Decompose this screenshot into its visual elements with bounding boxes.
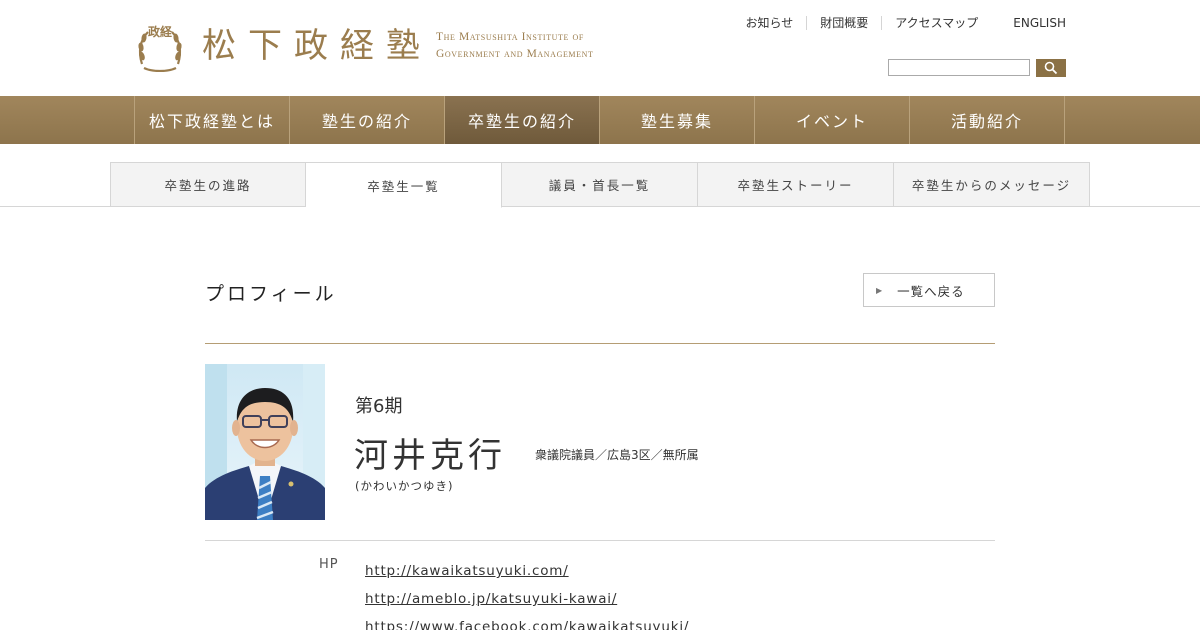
gnav-item-recruitment[interactable]: 塾生募集 — [600, 96, 755, 144]
subnav-item-stories[interactable]: 卒塾生ストーリー — [698, 162, 894, 207]
search-button[interactable] — [1036, 59, 1066, 77]
page-title: プロフィール — [205, 283, 337, 305]
hp-links: http://kawaikatsuyuki.com/ http://ameblo… — [365, 557, 689, 630]
subnav-item-career[interactable]: 卒塾生の進路 — [110, 162, 306, 207]
hp-label: HP — [319, 557, 339, 572]
site-logo[interactable]: 政経 松下政経塾 The Matsushita Institute of Gov… — [134, 20, 594, 73]
logo-english: The Matsushita Institute of Government a… — [436, 29, 594, 63]
util-link-english[interactable]: ENGLISH — [991, 16, 1066, 30]
util-link-foundation[interactable]: 財団概要 — [806, 16, 881, 30]
global-nav: 松下政経塾とは 塾生の紹介 卒塾生の紹介 塾生募集 イベント 活動紹介 — [0, 96, 1200, 144]
profile-photo — [205, 364, 325, 520]
gnav-item-alumni[interactable]: 卒塾生の紹介 — [445, 96, 600, 144]
search-form — [888, 59, 1066, 77]
logo-seal-text: 政経 — [147, 25, 172, 39]
hp-link-blog[interactable]: http://ameblo.jp/katsuyuki-kawai/ — [365, 585, 689, 613]
logo-japanese: 松下政経塾 — [202, 26, 432, 66]
util-link-news[interactable]: お知らせ — [732, 16, 806, 30]
logo-seal-icon: 政経 — [134, 20, 186, 73]
hp-link-official[interactable]: http://kawaikatsuyuki.com/ — [365, 557, 689, 585]
back-to-list-label: 一覧へ戻る — [897, 283, 965, 299]
search-icon — [1044, 61, 1058, 75]
gnav-item-events[interactable]: イベント — [755, 96, 910, 144]
person-name: 河井克行 — [354, 436, 506, 476]
person-name-kana: (かわいかつゆき) — [355, 479, 454, 493]
site-header: 政経 松下政経塾 The Matsushita Institute of Gov… — [0, 0, 1200, 96]
person-position: 衆議院議員／広島3区／無所属 — [535, 448, 699, 462]
subnav-item-alumni-list[interactable]: 卒塾生一覧 — [306, 162, 502, 208]
logo-english-line2: Government and Management — [436, 48, 594, 60]
sub-nav: 卒塾生の進路 卒塾生一覧 議員・首長一覧 卒塾生ストーリー 卒塾生からのメッセー… — [0, 162, 1200, 208]
triangle-right-icon: ▶ — [876, 285, 884, 295]
subnav-item-messages[interactable]: 卒塾生からのメッセージ — [894, 162, 1090, 207]
period-label: 第6期 — [355, 396, 403, 417]
divider — [205, 343, 995, 344]
gnav-item-students[interactable]: 塾生の紹介 — [290, 96, 445, 144]
gnav-item-activities[interactable]: 活動紹介 — [910, 96, 1065, 144]
utility-nav: お知らせ 財団概要 アクセスマップ ENGLISH — [732, 16, 1066, 30]
gnav-item-about[interactable]: 松下政経塾とは — [135, 96, 290, 144]
logo-english-line1: The Matsushita Institute of — [436, 31, 584, 43]
hp-link-facebook[interactable]: https://www.facebook.com/kawaikatsuyuki/ — [365, 613, 689, 630]
search-input[interactable] — [888, 59, 1030, 76]
util-link-access-map[interactable]: アクセスマップ — [881, 16, 991, 30]
back-to-list-button[interactable]: ▶ 一覧へ戻る — [863, 273, 995, 307]
subnav-item-politicians-list[interactable]: 議員・首長一覧 — [502, 162, 698, 207]
divider — [205, 540, 995, 541]
